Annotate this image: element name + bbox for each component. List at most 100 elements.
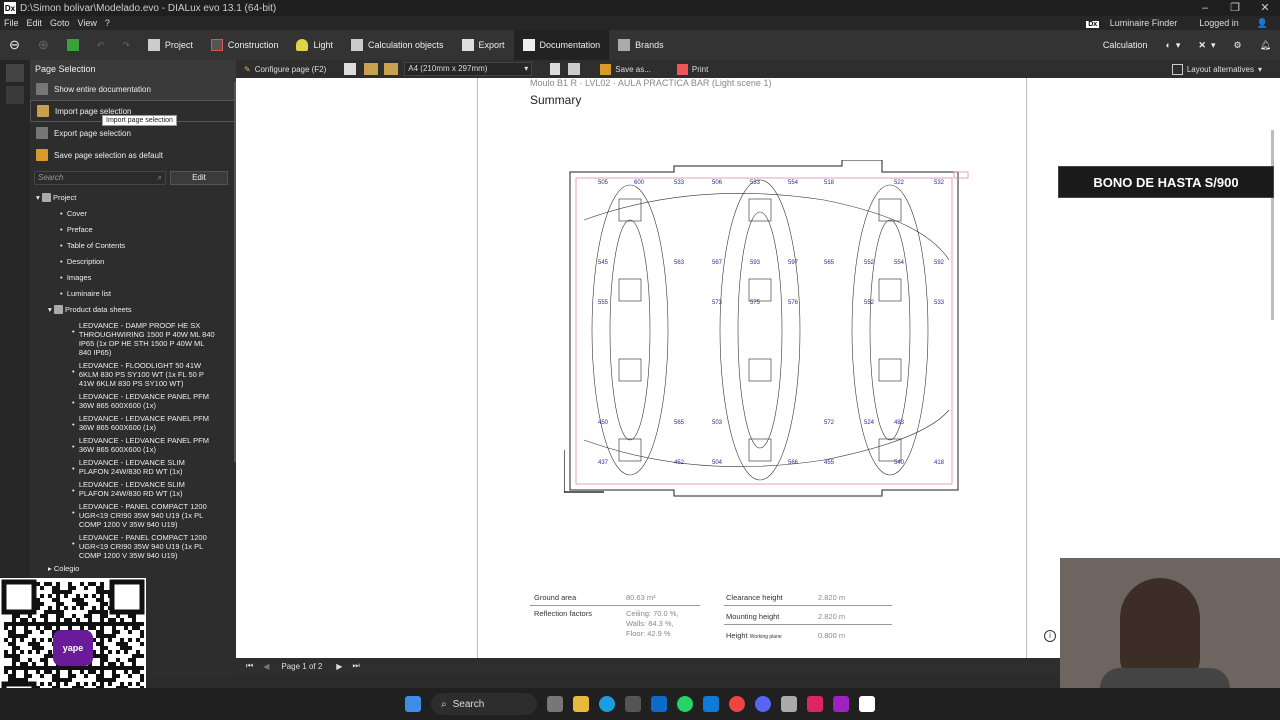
- prev-page-icon[interactable]: ◀: [263, 662, 269, 671]
- save-as-button[interactable]: Save as...: [600, 63, 651, 75]
- viewer-scrollbar[interactable]: [1271, 130, 1274, 320]
- calc-status-button[interactable]: ◐ ▾: [1156, 30, 1189, 60]
- tab-documentation[interactable]: Documentation: [513, 30, 610, 60]
- tree-item-product[interactable]: • LEDVANCE - LEDVANCE PANEL PFM 36W 865 …: [30, 389, 236, 410]
- row-reflection: Reflection factors Ceiling: 70.0 %, Walls:…: [534, 609, 679, 638]
- next-page-icon[interactable]: ▶: [336, 662, 342, 671]
- outlook-icon[interactable]: [651, 696, 667, 712]
- minimize-icon[interactable]: –: [1190, 0, 1220, 16]
- menu-goto[interactable]: Goto: [50, 18, 70, 28]
- qr-module: [128, 682, 132, 686]
- tree-item-cover[interactable]: • Cover: [30, 206, 236, 222]
- tree-item-table-of-contents[interactable]: • Table of Contents: [30, 238, 236, 254]
- first-page-icon[interactable]: ⏮: [246, 661, 253, 671]
- edge-icon[interactable]: [599, 696, 615, 712]
- tab-brands[interactable]: Brands: [609, 30, 673, 60]
- insert-page-icon[interactable]: [568, 63, 581, 75]
- notifications-button[interactable]: 🔔︎: [1251, 30, 1280, 60]
- tree-item-product[interactable]: • LEDVANCE - LEDVANCE PANEL PFM 36W 865 …: [30, 411, 236, 432]
- luminaire-finder-button[interactable]: Dx Luminaire Finder: [1082, 18, 1181, 28]
- page-icon[interactable]: [550, 63, 561, 75]
- file-explorer-icon[interactable]: [573, 696, 589, 712]
- tree-item-product[interactable]: • LEDVANCE - LEDVANCE SLIM PLAFON 24W/83…: [30, 455, 236, 476]
- settings-app-icon[interactable]: [781, 696, 797, 712]
- redo-button[interactable]: ↷: [113, 30, 139, 60]
- settings-button[interactable]: ⚙: [1224, 30, 1250, 60]
- tree-item-project[interactable]: ▾ Project: [30, 190, 236, 206]
- qr-module: [48, 594, 52, 598]
- last-page-icon[interactable]: ⏭: [352, 661, 359, 671]
- tree-item-product[interactable]: • LEDVANCE - PANEL COMPACT 1200 UGR<19 C…: [30, 530, 236, 560]
- tree-item-product[interactable]: • LEDVANCE - LEDVANCE PANEL PFM 36W 865 …: [30, 433, 236, 454]
- configure-page-button[interactable]: ✎ Configure page (F2): [244, 65, 326, 74]
- page-selection-icon[interactable]: [6, 64, 24, 82]
- tab-construction[interactable]: Construction: [202, 30, 288, 60]
- back-button[interactable]: ⊖: [0, 30, 29, 60]
- tab-project[interactable]: Project: [139, 30, 202, 60]
- layout-alternatives-button[interactable]: Layout alternatives ▾: [1171, 63, 1262, 75]
- whatsapp-icon[interactable]: [677, 696, 693, 712]
- pages-icon[interactable]: [6, 86, 24, 104]
- menu-view[interactable]: View: [78, 18, 97, 28]
- save-page-selection-button[interactable]: Save page selection as default: [30, 144, 236, 166]
- forward-button[interactable]: ⊕: [29, 30, 58, 60]
- tiktok-icon[interactable]: [807, 696, 823, 712]
- cancel-calc-button[interactable]: ✕ ▾: [1189, 30, 1224, 60]
- tree-item-product[interactable]: • LEDVANCE - PANEL COMPACT 1200 UGR<19 C…: [30, 499, 236, 529]
- close-icon[interactable]: ✕: [1250, 0, 1280, 16]
- layout-icon[interactable]: [364, 63, 379, 75]
- qr-module: [76, 666, 80, 670]
- qr-module: [4, 622, 8, 626]
- qr-module: [100, 614, 104, 618]
- logged-in-menu[interactable]: Logged in: [1199, 18, 1239, 28]
- tree-item-preface[interactable]: • Preface: [30, 222, 236, 238]
- user-icon[interactable]: 👤: [1257, 18, 1268, 29]
- qr-module: [60, 666, 64, 670]
- qr-module: [136, 666, 140, 670]
- page-format-icon[interactable]: [344, 63, 357, 75]
- qr-module: [128, 646, 132, 650]
- qr-module: [104, 590, 108, 594]
- tree-item-datasheets[interactable]: ▾ Product data sheets: [30, 302, 236, 318]
- show-entire-documentation-button[interactable]: Show entire documentation: [30, 78, 236, 100]
- tab-light[interactable]: Light: [287, 30, 342, 60]
- qr-module: [92, 606, 96, 610]
- store-icon[interactable]: [625, 696, 641, 712]
- bullet-icon: •: [72, 464, 75, 473]
- menu-help[interactable]: ?: [105, 18, 110, 28]
- qr-module: [4, 638, 8, 642]
- save-button[interactable]: [58, 30, 88, 60]
- qr-module: [4, 650, 8, 654]
- calculation-button[interactable]: Calculation: [1094, 30, 1157, 60]
- vscode-icon[interactable]: [703, 696, 719, 712]
- discord-icon[interactable]: [755, 696, 771, 712]
- paper-size-select[interactable]: A4 (210mm x 297mm) ▾: [404, 62, 533, 76]
- print-button[interactable]: Print: [676, 63, 708, 75]
- menu-file[interactable]: File: [4, 18, 19, 28]
- qr-module: [8, 630, 12, 634]
- start-icon[interactable]: [405, 696, 421, 712]
- chrome-icon[interactable]: [729, 696, 745, 712]
- tree-item-luminaire-list[interactable]: • Luminaire list: [30, 286, 236, 302]
- maximize-icon[interactable]: ❐: [1220, 0, 1250, 16]
- edit-button[interactable]: Edit: [170, 171, 228, 185]
- search-input[interactable]: Search ⌕: [34, 171, 166, 185]
- menu-edit[interactable]: Edit: [27, 18, 43, 28]
- qr-module: [88, 666, 92, 670]
- dialux-taskbar-icon[interactable]: [859, 696, 875, 712]
- taskbar-search[interactable]: ⌕ Search: [431, 693, 537, 715]
- tree-item-colegio[interactable]: ▸ Colegio: [30, 561, 236, 573]
- undo-button[interactable]: ↶: [88, 30, 114, 60]
- qr-module: [24, 634, 28, 638]
- tree-item-product[interactable]: • LEDVANCE - DAMP PROOF HE SX THROUGHWIR…: [30, 318, 236, 357]
- task-view-icon[interactable]: [547, 696, 563, 712]
- tree-item-product[interactable]: • LEDVANCE - LEDVANCE SLIM PLAFON 24W/83…: [30, 477, 236, 498]
- tree-item-description[interactable]: • Description: [30, 254, 236, 270]
- grid-icon[interactable]: [384, 63, 399, 75]
- tree-item-product[interactable]: • LEDVANCE - FLOODLIGHT 50 41W 6KLM 830 …: [30, 358, 236, 388]
- tree-item-images[interactable]: • Images: [30, 270, 236, 286]
- canva-icon[interactable]: [833, 696, 849, 712]
- tab-calculation-objects[interactable]: Calculation objects: [342, 30, 453, 60]
- tab-export[interactable]: Export: [453, 30, 514, 60]
- info-icon[interactable]: i: [1044, 630, 1056, 642]
